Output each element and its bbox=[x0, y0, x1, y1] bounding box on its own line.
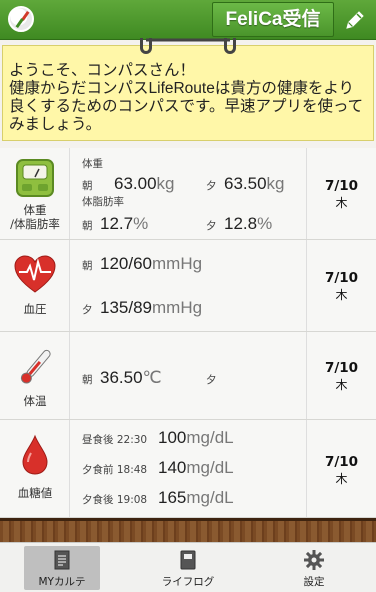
nav-lifelog[interactable]: ライフログ bbox=[150, 546, 226, 590]
evening-label: 夕 bbox=[206, 220, 217, 232]
book-icon bbox=[178, 550, 198, 570]
pencil-icon bbox=[346, 11, 364, 29]
morning-label: 朝 bbox=[82, 180, 93, 192]
blood-pressure-label: 血圧 bbox=[23, 302, 47, 316]
bp-morning-value: 120/60mmHg bbox=[100, 254, 203, 273]
record-weekday: 木 bbox=[335, 472, 348, 486]
morning-label: 朝 bbox=[82, 374, 93, 386]
weight-morning-value: 63.00kg bbox=[114, 174, 175, 193]
compass-logo-icon bbox=[8, 6, 34, 32]
weight-label: 体重 bbox=[23, 203, 47, 217]
glucose-value-1: 100mg/dL bbox=[158, 428, 234, 447]
weight-evening-value: 63.50kg bbox=[224, 174, 285, 193]
bodyfat-morning-value: 12.7% bbox=[100, 214, 149, 233]
record-date: 7/10 bbox=[324, 360, 359, 376]
welcome-message: ようこそ、コンパスさん！ 健康からだコンパスLifeRouteは貴方の健康をより… bbox=[2, 45, 374, 141]
record-weekday: 木 bbox=[335, 378, 348, 392]
clipboard-clip bbox=[136, 38, 240, 56]
record-date: 7/10 bbox=[324, 270, 359, 286]
record-date: 7/10 bbox=[324, 454, 359, 470]
welcome-description: 健康からだコンパスLifeRouteは貴方の健康をより良くするためのコンパスです… bbox=[9, 80, 364, 133]
bottom-navigation: MYカルテ ライフログ 設定 bbox=[0, 542, 376, 592]
thermometer-icon bbox=[13, 346, 57, 388]
morning-label: 朝 bbox=[82, 220, 93, 232]
welcome-greeting: ようこそ、コンパスさん！ bbox=[9, 62, 196, 79]
glucose-time-2: 夕食前 18:48 bbox=[82, 464, 148, 476]
record-weekday: 木 bbox=[335, 288, 348, 302]
glucose-time-3: 夕食後 19:08 bbox=[82, 494, 148, 506]
temperature-label: 体温 bbox=[23, 394, 47, 408]
karte-icon bbox=[52, 550, 72, 570]
blood-drop-icon bbox=[13, 434, 57, 476]
heart-icon bbox=[13, 254, 57, 296]
edit-button[interactable] bbox=[336, 2, 374, 37]
record-row-weight[interactable]: 体重 /体脂肪率 体重 朝 63.00kg 夕 63.50kg 体脂肪率 朝 1… bbox=[0, 148, 376, 240]
morning-label: 朝 bbox=[82, 260, 93, 272]
temperature-morning-value: 36.50℃ bbox=[100, 368, 162, 387]
top-bar: FeliCa受信 bbox=[0, 0, 376, 40]
bodyfat-evening-value: 12.8% bbox=[224, 214, 273, 233]
evening-label: 夕 bbox=[206, 374, 217, 386]
evening-label: 夕 bbox=[206, 180, 217, 192]
weight-title: 体重 bbox=[82, 158, 103, 170]
bodyfat-title: 体脂肪率 bbox=[82, 196, 124, 208]
glucose-time-1: 昼食後 22:30 bbox=[82, 434, 148, 446]
health-records-list: 体重 /体脂肪率 体重 朝 63.00kg 夕 63.50kg 体脂肪率 朝 1… bbox=[0, 148, 376, 520]
glucose-value-3: 165mg/dL bbox=[158, 488, 234, 507]
nav-settings[interactable]: 設定 bbox=[276, 546, 352, 590]
glucose-value-2: 140mg/dL bbox=[158, 458, 234, 477]
bp-evening-value: 135/89mmHg bbox=[100, 298, 203, 317]
blood-glucose-label: 血糖値 bbox=[17, 486, 53, 500]
evening-label: 夕 bbox=[82, 304, 93, 316]
felica-receive-button[interactable]: FeliCa受信 bbox=[212, 2, 334, 37]
wood-shelf-divider bbox=[0, 518, 376, 542]
record-row-blood-pressure[interactable]: 血圧 朝 120/60mmHg 夕 135/89mmHg 7/10 木 bbox=[0, 240, 376, 332]
record-date: 7/10 bbox=[324, 178, 359, 194]
scale-icon bbox=[13, 158, 57, 200]
record-row-blood-glucose[interactable]: 血糖値 昼食後 22:30 100mg/dL 夕食前 18:48 140mg/d… bbox=[0, 420, 376, 518]
record-row-temperature[interactable]: 体温 朝 36.50℃ 夕 7/10 木 bbox=[0, 332, 376, 420]
bodyfat-label: /体脂肪率 bbox=[10, 217, 60, 231]
record-weekday: 木 bbox=[335, 196, 348, 210]
nav-my-karte[interactable]: MYカルテ bbox=[24, 546, 100, 590]
gear-icon bbox=[304, 550, 324, 570]
